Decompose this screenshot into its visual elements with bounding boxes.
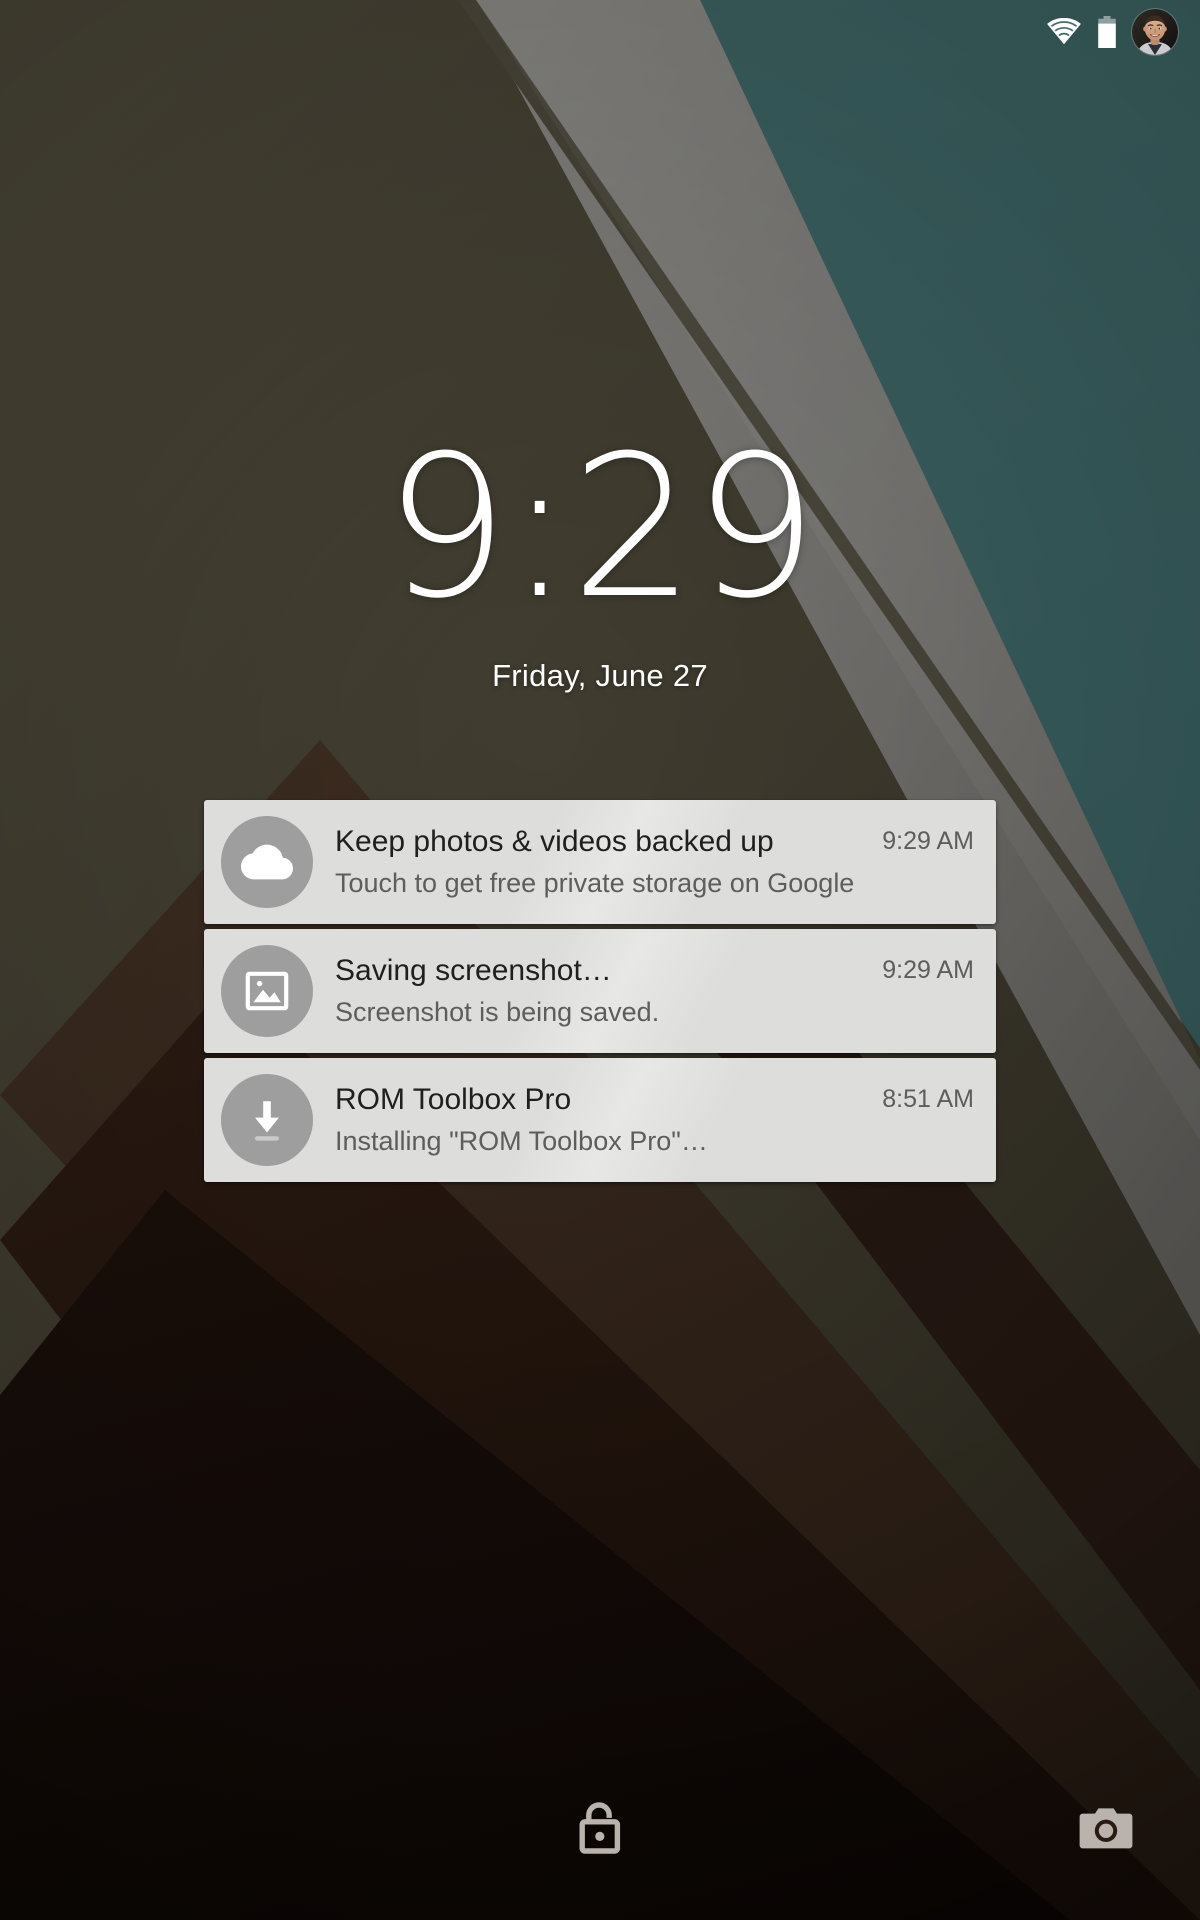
notification-subtitle: Installing "ROM Toolbox Pro"… — [335, 1125, 708, 1156]
status-bar — [0, 0, 1200, 64]
notification-time: 9:29 AM — [882, 827, 974, 855]
notification-title: Saving screenshot… — [335, 954, 612, 988]
notification-list: Keep photos & videos backed up Touch to … — [204, 800, 996, 1182]
notification-text: Saving screenshot… Screenshot is being s… — [313, 953, 882, 1029]
notification-subtitle: Screenshot is being saved. — [335, 996, 660, 1027]
cloud-upload-icon — [221, 816, 313, 908]
camera-icon[interactable] — [1058, 1780, 1154, 1876]
notification-card[interactable]: Saving screenshot… Screenshot is being s… — [204, 929, 996, 1053]
clock-widget: 9:29 Friday, June 27 — [0, 430, 1200, 694]
clock-time: 9:29 — [383, 414, 818, 642]
notification-title: ROM Toolbox Pro — [335, 1083, 572, 1117]
image-icon — [221, 945, 313, 1037]
wifi-icon — [1046, 18, 1082, 46]
notification-subtitle: Touch to get free private storage on Goo… — [335, 867, 855, 898]
user-avatar[interactable] — [1132, 9, 1178, 55]
notification-time: 9:29 AM — [882, 956, 974, 984]
unlock-icon[interactable] — [552, 1780, 648, 1876]
notification-text: ROM Toolbox Pro Installing "ROM Toolbox … — [313, 1082, 882, 1158]
notification-card[interactable]: Keep photos & videos backed up Touch to … — [204, 800, 996, 924]
notification-time: 8:51 AM — [882, 1085, 974, 1113]
notification-title: Keep photos & videos backed up — [335, 825, 774, 859]
notification-text: Keep photos & videos backed up Touch to … — [313, 824, 882, 900]
clock-date: Friday, June 27 — [492, 658, 708, 693]
download-icon — [221, 1074, 313, 1166]
lockscreen-root: 9:29 Friday, June 27 Keep photos & video… — [0, 0, 1200, 1920]
notification-card[interactable]: ROM Toolbox Pro Installing "ROM Toolbox … — [204, 1058, 996, 1182]
battery-icon — [1096, 16, 1118, 48]
